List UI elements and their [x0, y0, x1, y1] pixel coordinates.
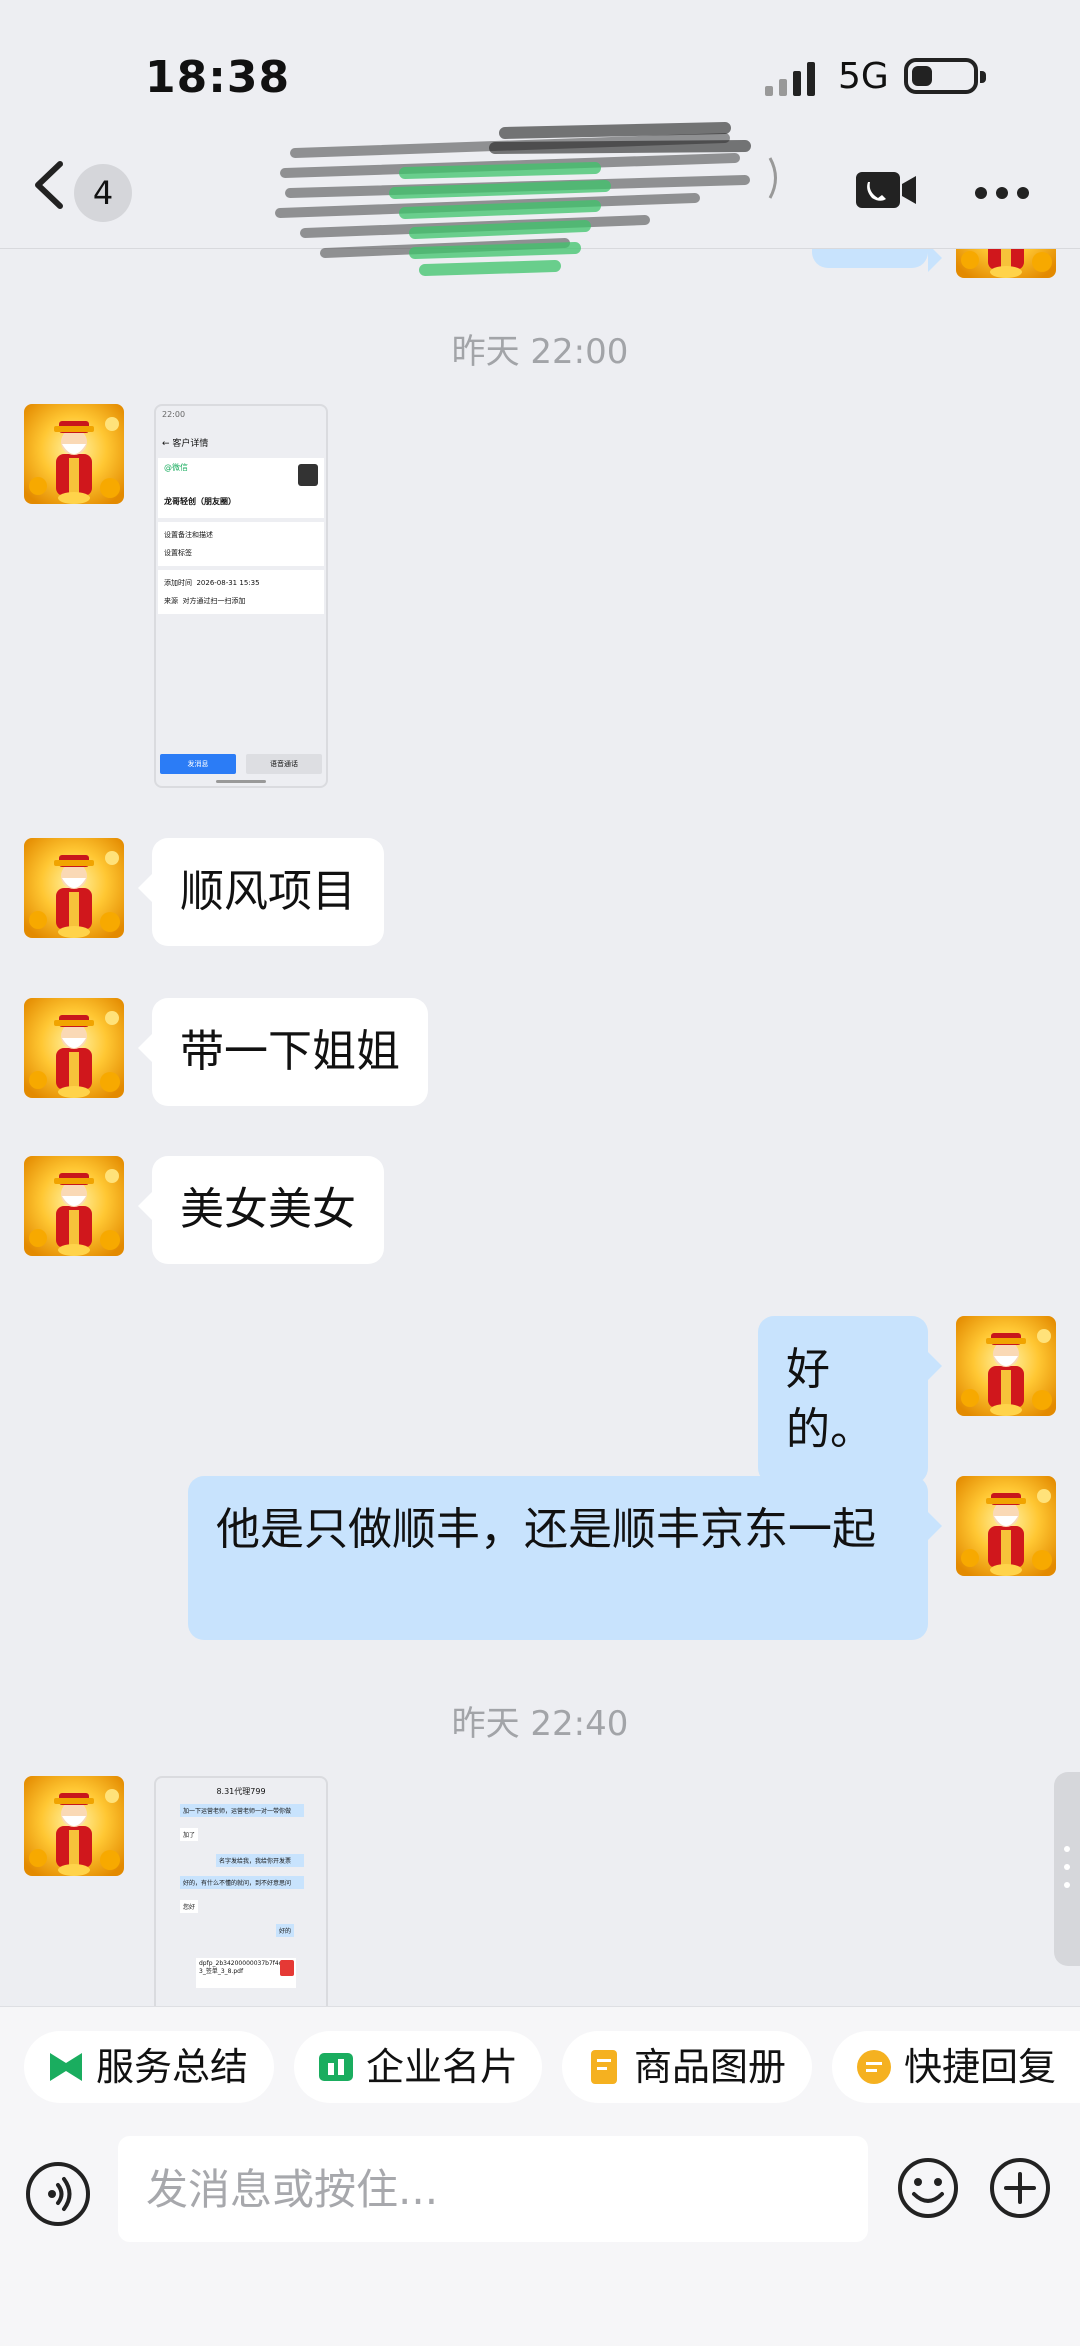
business-card-button[interactable]: 企业名片	[294, 2031, 542, 2103]
thumb-name: 龙哥轻创（朋友圈）	[164, 497, 236, 506]
timestamp-divider: 昨天 22:40	[451, 1704, 629, 1744]
thumb-field-label: 来源	[164, 597, 178, 605]
quick-reply-icon	[857, 2050, 891, 2084]
contact-avatar[interactable]	[24, 1776, 124, 1876]
thumb-contact-photo	[298, 464, 318, 486]
thumb-field-label: 添加时间	[164, 579, 192, 587]
back-arrow-icon[interactable]	[28, 160, 72, 210]
status-time: 18:38	[145, 52, 291, 103]
unread-count-badge[interactable]: 4	[74, 164, 132, 222]
service-summary-icon	[50, 2053, 82, 2081]
quick-actions-bar: 服务总结 企业名片 商品图册 快捷回复	[0, 2006, 1080, 2137]
more-options-icon[interactable]	[974, 186, 1030, 200]
message-bubble[interactable]: 顺风项目	[138, 838, 384, 946]
message-input-bar	[0, 2136, 1080, 2346]
thumb-message: 名字发给我，我给你开发票	[216, 1854, 304, 1867]
thumb-back-icon: ←	[162, 439, 170, 449]
thumb-message: 您好	[180, 1900, 199, 1913]
quick-reply-button[interactable]: 快捷回复	[832, 2031, 1080, 2103]
thumb-title: 客户详情	[172, 439, 209, 449]
voice-input-icon[interactable]	[26, 2162, 90, 2226]
my-avatar[interactable]	[956, 1476, 1056, 1576]
thumb-row: 设置备注和描述	[164, 531, 213, 539]
chip-label: 企业名片	[366, 2045, 519, 2089]
product-catalog-button[interactable]: 商品图册	[562, 2031, 812, 2103]
partial-message-bubble[interactable]	[812, 248, 942, 272]
scroll-handle[interactable]	[1054, 1772, 1080, 1966]
my-message-bubble[interactable]: 好的。	[758, 1316, 942, 1484]
service-summary-button[interactable]: 服务总结	[24, 2031, 274, 2103]
thumb-pdf-icon	[280, 1960, 294, 1976]
chip-label: 商品图册	[634, 2045, 787, 2089]
my-avatar[interactable]	[956, 248, 1056, 278]
chat-header: 4	[0, 120, 1080, 276]
network-label: 5G	[838, 56, 889, 97]
signal-icon	[765, 62, 815, 96]
add-attachment-icon[interactable]	[988, 2156, 1052, 2220]
chat-message-list[interactable]: 昨天 22:00 22:00 ← 客户详情 @微信 龙哥轻创（朋友圈） 设置备注…	[0, 248, 1080, 2006]
thumb-primary-button: 发消息	[160, 754, 236, 774]
chip-label: 快捷回复	[904, 2045, 1057, 2089]
chip-label: 服务总结	[96, 2045, 249, 2089]
thumb-row: 设置标签	[164, 549, 192, 557]
thumb-message: 加一下运营老师，运营老师一对一带你做	[180, 1804, 304, 1817]
contact-avatar[interactable]	[24, 838, 124, 938]
product-catalog-icon	[591, 2050, 617, 2084]
my-message-bubble[interactable]: 他是只做顺丰，还是顺丰京东一起	[188, 1476, 942, 1640]
contact-avatar[interactable]	[24, 404, 124, 504]
video-call-icon[interactable]	[856, 170, 918, 210]
thumb-message: 好的	[276, 1924, 295, 1937]
image-message-chat-screenshot[interactable]: 8.31代理799 加一下运营老师，运营老师一对一带你做 加了 名字发给我，我给…	[154, 1776, 328, 2006]
thumb-secondary-button: 语音通话	[246, 754, 322, 774]
thumb-message: 好的，有什么不懂的就问，到不好意思问	[180, 1876, 304, 1889]
message-bubble[interactable]: 美女美女	[138, 1156, 384, 1264]
message-input[interactable]	[118, 2136, 868, 2242]
business-card-icon	[319, 2053, 353, 2081]
thumb-message: 加了	[180, 1828, 199, 1841]
emoji-icon[interactable]	[896, 2156, 960, 2220]
image-message-customer-detail[interactable]: 22:00 ← 客户详情 @微信 龙哥轻创（朋友圈） 设置备注和描述 设置标签 …	[154, 404, 328, 788]
contact-avatar[interactable]	[24, 1156, 124, 1256]
thumb-field-value: 2026-08-31 15:35	[196, 579, 260, 587]
thumb-field-value: 对方通过扫一扫添加	[182, 597, 246, 605]
contact-avatar[interactable]	[24, 998, 124, 1098]
battery-icon	[904, 58, 986, 94]
redacted-contact-name	[275, 122, 777, 276]
message-bubble[interactable]: 带一下姐姐	[138, 998, 428, 1106]
thumb-title: 8.31代理799	[216, 1787, 266, 1796]
timestamp-divider: 昨天 22:00	[451, 332, 629, 372]
my-avatar[interactable]	[956, 1316, 1056, 1416]
thumb-source: @微信	[164, 463, 188, 472]
